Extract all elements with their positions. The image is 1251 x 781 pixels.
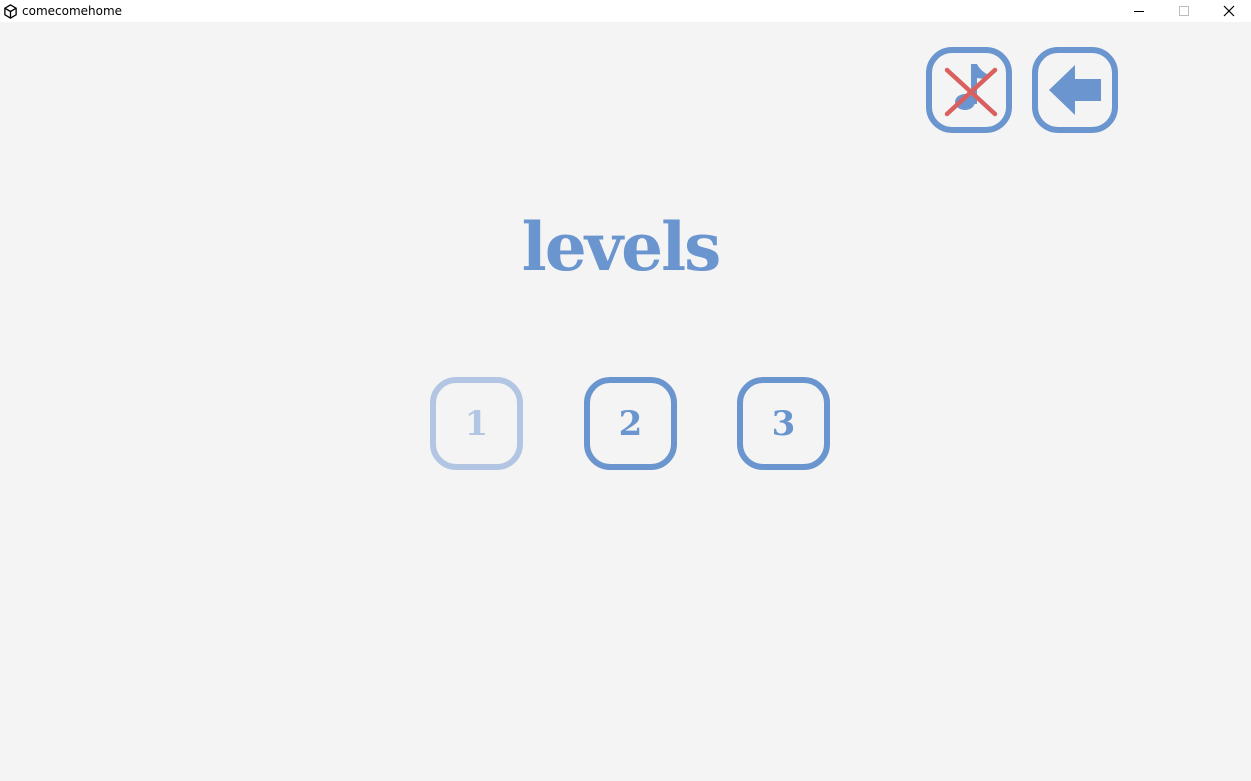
mute-music-button[interactable] [926, 47, 1012, 133]
window-controls [1116, 0, 1251, 22]
close-button[interactable] [1206, 0, 1251, 22]
minimize-button[interactable] [1116, 0, 1161, 22]
close-icon [1223, 5, 1234, 17]
level-2-button[interactable]: 2 [584, 377, 677, 470]
window-title: comecomehome [22, 4, 123, 18]
music-note-muted-icon [944, 64, 998, 117]
level-3-button[interactable]: 3 [737, 377, 830, 470]
page-title: levels [521, 208, 722, 286]
level-1-button[interactable]: 1 [430, 377, 523, 470]
maximize-icon [1178, 6, 1189, 16]
arrow-left-icon [1049, 65, 1101, 115]
unity-logo-icon [2, 3, 18, 19]
maximize-button[interactable] [1161, 0, 1206, 22]
minimize-icon [1133, 11, 1144, 12]
back-button[interactable] [1032, 47, 1118, 133]
game-screen: levels 1 2 3 [0, 26, 1251, 781]
window-titlebar: comecomehome [0, 0, 1251, 22]
